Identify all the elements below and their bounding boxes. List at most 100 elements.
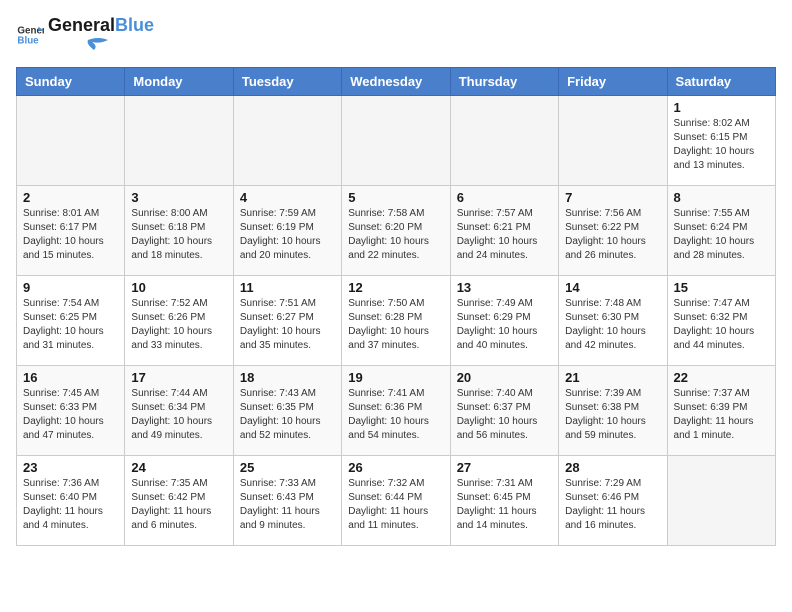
- day-info: Sunrise: 7:59 AM Sunset: 6:19 PM Dayligh…: [240, 207, 335, 263]
- day-number: 4: [240, 190, 335, 205]
- day-number: 27: [457, 460, 552, 475]
- day-info: Sunrise: 7:44 AM Sunset: 6:34 PM Dayligh…: [131, 387, 226, 443]
- calendar-day-2: 2Sunrise: 8:01 AM Sunset: 6:17 PM Daylig…: [17, 185, 125, 275]
- calendar-header-row: SundayMondayTuesdayWednesdayThursdayFrid…: [17, 67, 776, 95]
- calendar-day-empty: [233, 95, 341, 185]
- day-number: 3: [131, 190, 226, 205]
- calendar-day-empty: [559, 95, 667, 185]
- day-info: Sunrise: 7:33 AM Sunset: 6:43 PM Dayligh…: [240, 477, 335, 533]
- day-info: Sunrise: 7:51 AM Sunset: 6:27 PM Dayligh…: [240, 297, 335, 353]
- day-number: 14: [565, 280, 660, 295]
- calendar-day-empty: [450, 95, 558, 185]
- day-info: Sunrise: 7:29 AM Sunset: 6:46 PM Dayligh…: [565, 477, 660, 533]
- day-number: 20: [457, 370, 552, 385]
- calendar-day-16: 16 Sunrise: 7:45 AM Sunset: 6:33 PM Dayli…: [17, 365, 125, 455]
- logo-bird-icon: [48, 36, 108, 50]
- calendar-day-20: 20 Sunrise: 7:40 AM Sunset: 6:37 PM Dayli…: [450, 365, 558, 455]
- day-number: 13: [457, 280, 552, 295]
- col-header-tuesday: Tuesday: [233, 67, 341, 95]
- day-number: 23: [23, 460, 118, 475]
- day-number: 25: [240, 460, 335, 475]
- calendar-day-18: 18 Sunrise: 7:43 AM Sunset: 6:35 PM Dayli…: [233, 365, 341, 455]
- logo-blue: Blue: [115, 15, 154, 35]
- calendar-day-22: 22Sunrise: 7:37 AM Sunset: 6:39 PM Dayli…: [667, 365, 775, 455]
- calendar-day-17: 17 Sunrise: 7:44 AM Sunset: 6:34 PM Dayli…: [125, 365, 233, 455]
- calendar-day-empty: [667, 455, 775, 545]
- svg-text:Blue: Blue: [17, 36, 39, 47]
- calendar-day-21: 21Sunrise: 7:39 AM Sunset: 6:38 PM Dayli…: [559, 365, 667, 455]
- day-info: Sunrise: 7:49 AM Sunset: 6:29 PM Dayligh…: [457, 297, 552, 353]
- logo: General Blue GeneralBlue: [16, 16, 154, 55]
- day-number: 8: [674, 190, 769, 205]
- calendar-day-11: 11 Sunrise: 7:51 AM Sunset: 6:27 PM Dayli…: [233, 275, 341, 365]
- col-header-saturday: Saturday: [667, 67, 775, 95]
- calendar-day-9: 9Sunrise: 7:54 AM Sunset: 6:25 PM Daylig…: [17, 275, 125, 365]
- day-info: Sunrise: 7:35 AM Sunset: 6:42 PM Dayligh…: [131, 477, 226, 533]
- day-info: Sunrise: 7:31 AM Sunset: 6:45 PM Dayligh…: [457, 477, 552, 533]
- day-info: Sunrise: 7:43 AM Sunset: 6:35 PM Dayligh…: [240, 387, 335, 443]
- calendar-day-4: 4 Sunrise: 7:59 AM Sunset: 6:19 PM Daylig…: [233, 185, 341, 275]
- calendar-day-23: 23 Sunrise: 7:36 AM Sunset: 6:40 PM Dayli…: [17, 455, 125, 545]
- calendar-day-28: 28 Sunrise: 7:29 AM Sunset: 6:46 PM Dayli…: [559, 455, 667, 545]
- day-number: 28: [565, 460, 660, 475]
- col-header-wednesday: Wednesday: [342, 67, 450, 95]
- day-number: 16: [23, 370, 118, 385]
- day-info: Sunrise: 7:52 AM Sunset: 6:26 PM Dayligh…: [131, 297, 226, 353]
- day-info: Sunrise: 7:37 AM Sunset: 6:39 PM Dayligh…: [674, 387, 769, 443]
- calendar-day-1: 1Sunrise: 8:02 AM Sunset: 6:15 PM Daylig…: [667, 95, 775, 185]
- day-info: Sunrise: 7:57 AM Sunset: 6:21 PM Dayligh…: [457, 207, 552, 263]
- calendar-day-27: 27 Sunrise: 7:31 AM Sunset: 6:45 PM Dayli…: [450, 455, 558, 545]
- calendar-day-14: 14 Sunrise: 7:48 AM Sunset: 6:30 PM Dayli…: [559, 275, 667, 365]
- col-header-monday: Monday: [125, 67, 233, 95]
- calendar-week-row: 2Sunrise: 8:01 AM Sunset: 6:17 PM Daylig…: [17, 185, 776, 275]
- calendar-day-24: 24 Sunrise: 7:35 AM Sunset: 6:42 PM Dayli…: [125, 455, 233, 545]
- calendar-day-8: 8 Sunrise: 7:55 AM Sunset: 6:24 PM Daylig…: [667, 185, 775, 275]
- calendar-day-12: 12 Sunrise: 7:50 AM Sunset: 6:28 PM Dayli…: [342, 275, 450, 365]
- day-number: 19: [348, 370, 443, 385]
- calendar-day-13: 13 Sunrise: 7:49 AM Sunset: 6:29 PM Dayli…: [450, 275, 558, 365]
- day-number: 5: [348, 190, 443, 205]
- calendar-day-empty: [125, 95, 233, 185]
- calendar-day-empty: [17, 95, 125, 185]
- day-info: Sunrise: 7:56 AM Sunset: 6:22 PM Dayligh…: [565, 207, 660, 263]
- day-number: 10: [131, 280, 226, 295]
- day-info: Sunrise: 8:00 AM Sunset: 6:18 PM Dayligh…: [131, 207, 226, 263]
- calendar-week-row: 23 Sunrise: 7:36 AM Sunset: 6:40 PM Dayli…: [17, 455, 776, 545]
- day-number: 12: [348, 280, 443, 295]
- page-header: General Blue GeneralBlue: [16, 16, 776, 55]
- calendar-day-26: 26Sunrise: 7:32 AM Sunset: 6:44 PM Dayli…: [342, 455, 450, 545]
- col-header-sunday: Sunday: [17, 67, 125, 95]
- calendar-day-15: 15Sunrise: 7:47 AM Sunset: 6:32 PM Dayli…: [667, 275, 775, 365]
- day-number: 26: [348, 460, 443, 475]
- day-number: 11: [240, 280, 335, 295]
- calendar-week-row: 9Sunrise: 7:54 AM Sunset: 6:25 PM Daylig…: [17, 275, 776, 365]
- day-number: 9: [23, 280, 118, 295]
- day-info: Sunrise: 7:55 AM Sunset: 6:24 PM Dayligh…: [674, 207, 769, 263]
- day-info: Sunrise: 7:41 AM Sunset: 6:36 PM Dayligh…: [348, 387, 443, 443]
- day-info: Sunrise: 7:47 AM Sunset: 6:32 PM Dayligh…: [674, 297, 769, 353]
- day-number: 6: [457, 190, 552, 205]
- day-info: Sunrise: 8:02 AM Sunset: 6:15 PM Dayligh…: [674, 117, 769, 173]
- calendar-day-7: 7 Sunrise: 7:56 AM Sunset: 6:22 PM Daylig…: [559, 185, 667, 275]
- day-info: Sunrise: 7:50 AM Sunset: 6:28 PM Dayligh…: [348, 297, 443, 353]
- calendar-day-10: 10 Sunrise: 7:52 AM Sunset: 6:26 PM Dayli…: [125, 275, 233, 365]
- day-info: Sunrise: 7:48 AM Sunset: 6:30 PM Dayligh…: [565, 297, 660, 353]
- calendar-week-row: 16 Sunrise: 7:45 AM Sunset: 6:33 PM Dayli…: [17, 365, 776, 455]
- calendar-day-25: 25 Sunrise: 7:33 AM Sunset: 6:43 PM Dayli…: [233, 455, 341, 545]
- logo-icon: General Blue: [16, 21, 44, 49]
- day-number: 7: [565, 190, 660, 205]
- calendar-day-6: 6 Sunrise: 7:57 AM Sunset: 6:21 PM Daylig…: [450, 185, 558, 275]
- calendar-day-3: 3 Sunrise: 8:00 AM Sunset: 6:18 PM Daylig…: [125, 185, 233, 275]
- day-info: Sunrise: 7:40 AM Sunset: 6:37 PM Dayligh…: [457, 387, 552, 443]
- logo-general: General: [48, 15, 115, 35]
- day-number: 17: [131, 370, 226, 385]
- day-info: Sunrise: 8:01 AM Sunset: 6:17 PM Dayligh…: [23, 207, 118, 263]
- calendar-day-empty: [342, 95, 450, 185]
- day-number: 18: [240, 370, 335, 385]
- col-header-thursday: Thursday: [450, 67, 558, 95]
- day-info: Sunrise: 7:45 AM Sunset: 6:33 PM Dayligh…: [23, 387, 118, 443]
- day-info: Sunrise: 7:36 AM Sunset: 6:40 PM Dayligh…: [23, 477, 118, 533]
- col-header-friday: Friday: [559, 67, 667, 95]
- day-number: 24: [131, 460, 226, 475]
- day-info: Sunrise: 7:58 AM Sunset: 6:20 PM Dayligh…: [348, 207, 443, 263]
